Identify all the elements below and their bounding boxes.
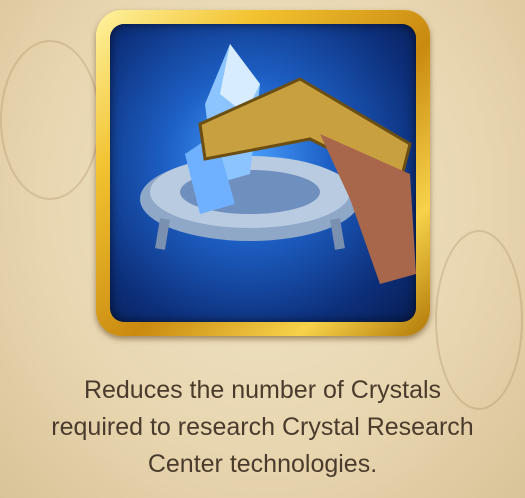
description-line: Center technologies. — [147, 450, 378, 478]
description-line: required to research Crystal Research — [51, 413, 474, 441]
item-icon-frame — [96, 10, 430, 336]
background-gear-decoration — [0, 40, 100, 200]
crystal-tongs-icon — [110, 24, 416, 322]
item-description: Reduces the number of Crystals required … — [0, 372, 525, 483]
description-line: Reduces the number of Crystals — [83, 376, 442, 404]
